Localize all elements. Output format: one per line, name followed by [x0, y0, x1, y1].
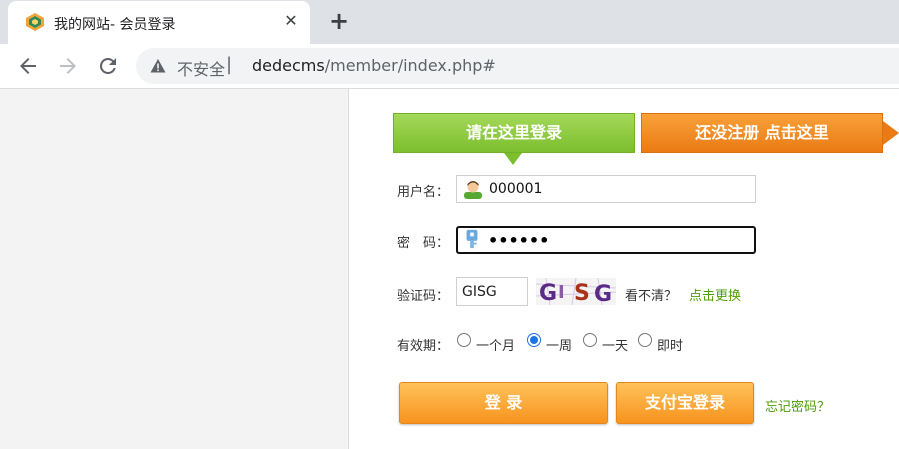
captcha-value: GISG	[462, 284, 497, 300]
validity-label: 有效期：	[397, 339, 450, 354]
login-button[interactable]: 登 录	[399, 382, 608, 424]
tab-register[interactable]: 还没注册 点击这里	[641, 113, 883, 153]
url-text[interactable]: dedecms/member/index.php#	[252, 56, 496, 75]
captcha-char: G	[539, 281, 557, 305]
radio-label-instant: 即时	[657, 339, 684, 354]
url-host: dedecms	[252, 56, 325, 75]
captcha-label: 验证码：	[397, 289, 450, 304]
reload-icon[interactable]	[96, 54, 120, 78]
password-field[interactable]: ••••••	[456, 226, 756, 254]
warning-icon	[150, 59, 166, 73]
security-status[interactable]: 不安全	[177, 56, 225, 80]
password-value: ••••••	[488, 231, 550, 250]
captcha-refresh-link[interactable]: 点击更换	[689, 285, 741, 304]
forward-arrow-icon[interactable]	[56, 54, 80, 78]
radio-one-day[interactable]	[583, 333, 597, 347]
browser-toolbar: 不安全 | dedecms/member/index.php#	[0, 44, 899, 89]
tab-strip: 我的网站- 会员登录 ✕ +	[0, 0, 899, 44]
tab-login[interactable]: 请在这里登录	[393, 113, 635, 153]
browser-tab[interactable]: 我的网站- 会员登录 ✕	[8, 1, 310, 44]
captcha-field[interactable]: GISG	[456, 277, 528, 306]
radio-one-month[interactable]	[457, 333, 471, 347]
username-value: 000001	[489, 181, 543, 197]
captcha-char: S	[574, 281, 590, 305]
user-icon	[464, 181, 482, 199]
forgot-password-link[interactable]: 忘记密码？	[765, 396, 830, 415]
captcha-char: I	[558, 282, 565, 303]
radio-label-one-day: 一天	[602, 339, 629, 354]
tab-register-pointer	[883, 121, 899, 145]
username-field[interactable]: 000001	[456, 175, 756, 203]
radio-instant[interactable]	[638, 333, 652, 347]
url-separator: |	[226, 54, 233, 75]
radio-label-one-week: 一周	[546, 339, 573, 354]
site-favicon-icon	[26, 13, 44, 31]
back-arrow-icon[interactable]	[16, 54, 40, 78]
captcha-hint: 看不清？	[625, 289, 678, 304]
plus-icon[interactable]: +	[326, 9, 352, 35]
captcha-char: G	[594, 282, 612, 305]
tab-login-pointer	[504, 153, 522, 165]
close-icon[interactable]: ✕	[280, 10, 302, 32]
password-label: 密 码：	[397, 236, 450, 251]
captcha-image[interactable]: G I S G	[536, 278, 616, 305]
radio-label-one-month: 一个月	[476, 339, 516, 354]
radio-one-week[interactable]	[527, 333, 541, 347]
alipay-login-button[interactable]: 支付宝登录	[616, 382, 754, 424]
left-panel	[0, 89, 349, 449]
username-label: 用户名：	[397, 185, 450, 200]
url-path: /member/index.php#	[324, 56, 496, 75]
key-icon	[466, 229, 478, 249]
tab-title: 我的网站- 会员登录	[54, 17, 176, 33]
address-bar[interactable]: 不安全 | dedecms/member/index.php#	[136, 48, 899, 84]
